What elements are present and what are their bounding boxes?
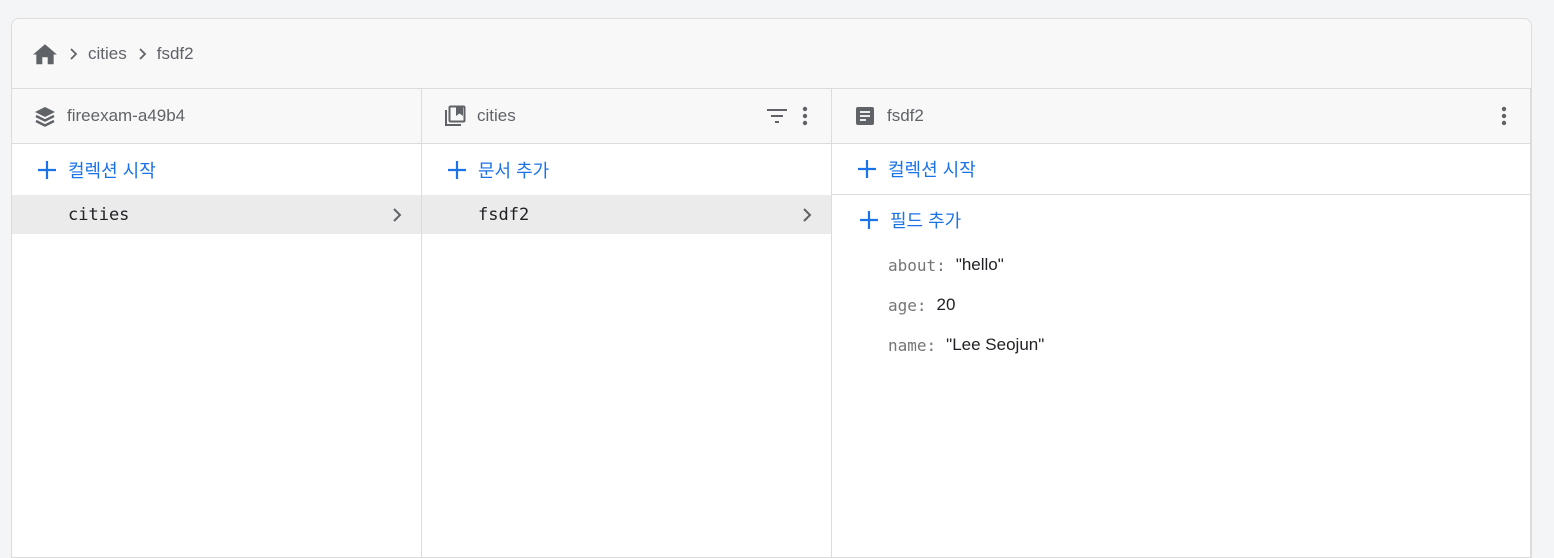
field-row-name[interactable]: name: "Lee Seojun" bbox=[832, 325, 1530, 365]
field-key: name bbox=[888, 335, 927, 355]
document-column-header: fsdf2 bbox=[832, 89, 1530, 144]
field-separator: : bbox=[936, 255, 946, 275]
list-item-label: cities bbox=[68, 204, 130, 225]
plus-icon bbox=[36, 159, 58, 181]
more-vert-icon[interactable] bbox=[791, 102, 819, 130]
start-subcollection-button[interactable]: 컬렉션 시작 bbox=[832, 144, 1530, 195]
collection-column: cities 문서 추가 fsdf2 bbox=[422, 89, 832, 557]
more-vert-icon[interactable] bbox=[1490, 102, 1518, 130]
field-key: about bbox=[888, 255, 937, 275]
list-item-label: fsdf2 bbox=[478, 204, 530, 225]
field-separator: : bbox=[916, 295, 927, 315]
collection-column-header: cities bbox=[422, 89, 831, 144]
root-column-header: fireexam-a49b4 bbox=[12, 89, 421, 144]
plus-icon bbox=[446, 159, 468, 181]
chevron-right-icon bbox=[127, 47, 157, 61]
start-collection-label: 컬렉션 시작 bbox=[68, 160, 156, 181]
document-icon bbox=[853, 104, 877, 128]
field-key: age bbox=[888, 295, 917, 315]
breadcrumb-item-fsdf2[interactable]: fsdf2 bbox=[157, 44, 194, 64]
document-column: fsdf2 컬렉션 시작 필드 추가 about: "hello" age: … bbox=[832, 89, 1531, 557]
plus-icon bbox=[858, 209, 880, 231]
collection-item-cities[interactable]: cities bbox=[12, 195, 421, 234]
document-title: fsdf2 bbox=[887, 106, 924, 125]
breadcrumb-item-cities[interactable]: cities bbox=[88, 44, 127, 64]
add-field-button[interactable]: 필드 추가 bbox=[832, 195, 1530, 245]
chevron-right-icon bbox=[58, 47, 88, 61]
root-column: fireexam-a49b4 컬렉션 시작 cities bbox=[12, 89, 422, 557]
add-field-label: 필드 추가 bbox=[890, 211, 962, 231]
start-collection-button[interactable]: 컬렉션 시작 bbox=[12, 144, 421, 195]
field-value: "hello" bbox=[955, 255, 1004, 274]
document-item-fsdf2[interactable]: fsdf2 bbox=[422, 195, 831, 234]
field-value: 20 bbox=[936, 295, 956, 314]
filter-icon[interactable] bbox=[763, 102, 791, 130]
field-value: "Lee Seojun" bbox=[946, 335, 1045, 354]
layers-icon bbox=[33, 104, 57, 128]
plus-icon bbox=[856, 158, 878, 180]
start-subcollection-label: 컬렉션 시작 bbox=[888, 160, 976, 180]
add-document-label: 문서 추가 bbox=[478, 160, 550, 181]
field-separator: : bbox=[926, 335, 937, 355]
home-icon[interactable] bbox=[32, 41, 58, 67]
field-row-about[interactable]: about: "hello" bbox=[832, 245, 1530, 285]
firestore-data-panel: cities fsdf2 fireexam-a49b4 컬렉션 시작 citie… bbox=[11, 18, 1532, 558]
collection-title: cities bbox=[477, 106, 516, 125]
collection-icon bbox=[443, 104, 467, 128]
chevron-right-icon bbox=[387, 205, 407, 225]
field-row-age[interactable]: age: 20 bbox=[832, 285, 1530, 325]
chevron-right-icon bbox=[797, 205, 817, 225]
breadcrumb: cities fsdf2 bbox=[12, 19, 1531, 89]
project-title: fireexam-a49b4 bbox=[67, 106, 186, 125]
add-document-button[interactable]: 문서 추가 bbox=[422, 144, 831, 195]
panel-columns: fireexam-a49b4 컬렉션 시작 cities cities 문서 추… bbox=[12, 89, 1531, 557]
